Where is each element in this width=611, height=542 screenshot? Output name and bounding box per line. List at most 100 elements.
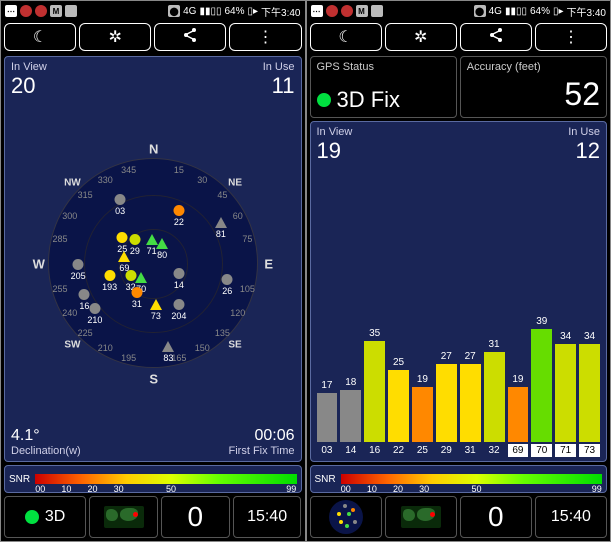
brightness-button[interactable]: ✲ — [385, 23, 457, 51]
status-row: GPS Status 3D Fix Accuracy (feet) 52 — [310, 56, 608, 118]
speed-box[interactable]: 0 — [460, 496, 532, 538]
signal-bars-panel[interactable]: In View 19 In Use 12 1703181435162522192… — [310, 121, 608, 462]
degree-tick: 45 — [217, 190, 227, 200]
compass-s: S — [149, 372, 158, 387]
speed-box[interactable]: 0 — [161, 496, 230, 538]
degree-tick: 330 — [98, 175, 113, 185]
satellite-83: 83 — [162, 341, 174, 363]
degree-tick: 15 — [174, 165, 184, 175]
in-use-label: In Use — [263, 61, 295, 73]
share-icon — [182, 27, 198, 48]
radar-thumb-box[interactable] — [310, 496, 382, 538]
in-use-count: 12 — [568, 138, 600, 164]
snr-bars: 1703181435162522192527292731313219693970… — [317, 164, 601, 457]
snr-bar-70: 39 70 — [531, 316, 552, 457]
bottom-status-row: 3D 0 15:40 — [4, 496, 302, 538]
fix-label: 3D — [45, 508, 65, 526]
map-box[interactable] — [89, 496, 158, 538]
snr-tick: 99 — [286, 484, 296, 494]
android-statusbar: ⋯ M ⬤ 4G ▮▮▯▯ 64% ▯▸ 下午3:40 — [1, 1, 305, 21]
bar-value: 17 — [321, 380, 332, 391]
notif-icon — [371, 5, 383, 17]
sky-view-panel[interactable]: In View 20 In Use 11 NNEESESSWWNW1530456… — [4, 56, 302, 462]
degree-tick: 135 — [215, 328, 230, 338]
clock: 下午3:40 — [261, 4, 300, 19]
degree-tick: 315 — [78, 190, 93, 200]
share-button[interactable] — [460, 23, 532, 51]
night-mode-button[interactable]: ☾ — [4, 23, 76, 51]
in-view-count: 19 — [317, 138, 353, 164]
snr-tick: 50 — [471, 484, 481, 494]
satellite-80: 80 — [156, 238, 168, 260]
first-fix-value: 00:06 — [229, 427, 295, 445]
degree-tick: 105 — [240, 284, 255, 294]
dots-icon: ⋮ — [257, 27, 273, 47]
accuracy-box[interactable]: Accuracy (feet) 52 — [460, 56, 607, 118]
sun-icon: ✲ — [414, 27, 427, 47]
snr-scale-panel: SNR 001020305099 — [4, 465, 302, 493]
bar — [412, 387, 433, 442]
night-mode-button[interactable]: ☾ — [310, 23, 382, 51]
notif-icon: M — [50, 5, 62, 17]
bar-id: 70 — [531, 444, 552, 457]
fix-led-icon — [317, 93, 331, 107]
snr-tick: 00 — [341, 484, 351, 494]
battery-icon: ▯▸ — [553, 6, 564, 17]
bar-id: 03 — [317, 444, 338, 457]
gps-status-box[interactable]: GPS Status 3D Fix — [310, 56, 457, 118]
bar-id: 73 — [579, 444, 600, 457]
signal-icon: ▮▮▯▯ — [505, 6, 527, 17]
gps-status-value: 3D Fix — [337, 87, 401, 113]
map-box[interactable] — [385, 496, 457, 538]
bar-value: 35 — [369, 328, 380, 339]
time-box[interactable]: 15:40 — [535, 496, 607, 538]
snr-bar-73: 3473 — [579, 331, 600, 457]
fix-led-icon — [25, 510, 39, 524]
clock: 下午3:40 — [567, 4, 606, 19]
bar-id: 14 — [340, 444, 361, 457]
speed-value: 0 — [488, 501, 504, 533]
snr-label: SNR — [9, 474, 35, 485]
bar — [317, 393, 338, 442]
degree-tick: 300 — [62, 211, 77, 221]
net-indicator: 4G — [183, 6, 196, 17]
bar-value: 39 — [536, 316, 547, 327]
snr-bar-03: 1703 — [317, 380, 338, 457]
bar-id: 31 — [460, 444, 481, 457]
compass-w: W — [33, 257, 45, 272]
degree-tick: 120 — [230, 308, 245, 318]
overflow-menu-button[interactable]: ⋮ — [535, 23, 607, 51]
satellite-radar: NNEESESSWWNW1530456075105120135150165195… — [11, 99, 295, 427]
battery-percent: 64% — [224, 6, 244, 17]
degree-tick: 210 — [98, 343, 113, 353]
bottom-status-row: 0 15:40 — [310, 496, 608, 538]
moon-icon: ☾ — [33, 27, 47, 47]
time-box[interactable]: 15:40 — [233, 496, 302, 538]
app-toolbar: ☾ ✲ ⋮ — [307, 21, 611, 53]
bar-id: 16 — [364, 444, 385, 457]
bar-id: 25 — [412, 444, 433, 457]
mini-radar-icon — [329, 500, 363, 534]
degree-tick: 255 — [53, 284, 68, 294]
share-button[interactable] — [154, 23, 226, 51]
android-statusbar: ⋯ M ⬤ 4G ▮▮▯▯ 64% ▯▸ 下午3:40 — [307, 1, 611, 21]
snr-tick: 20 — [393, 484, 403, 494]
bar — [484, 352, 505, 442]
snr-tick: 00 — [35, 484, 45, 494]
fix-status-box[interactable]: 3D — [4, 496, 86, 538]
gps-icon: ⬤ — [474, 5, 486, 17]
compass-se: SE — [228, 340, 241, 351]
in-view-label: In View — [11, 61, 47, 73]
declination-label: Declination(w) — [11, 445, 81, 457]
snr-bar-71: 3471 — [555, 331, 576, 457]
compass-e: E — [264, 257, 273, 272]
in-use-count: 11 — [263, 73, 295, 99]
phone-right: ⋯ M ⬤ 4G ▮▮▯▯ 64% ▯▸ 下午3:40 ☾ ✲ ⋮ GPS St… — [306, 0, 611, 542]
phone-left: ⋯ M ⬤ 4G ▮▮▯▯ 64% ▯▸ 下午3:40 ☾ ✲ ⋮ In Vie… — [0, 0, 306, 542]
overflow-menu-button[interactable]: ⋮ — [229, 23, 301, 51]
bar — [460, 364, 481, 442]
snr-tick: 50 — [166, 484, 176, 494]
degree-tick: 195 — [121, 353, 136, 363]
brightness-button[interactable]: ✲ — [79, 23, 151, 51]
notif-icon: M — [356, 5, 368, 17]
